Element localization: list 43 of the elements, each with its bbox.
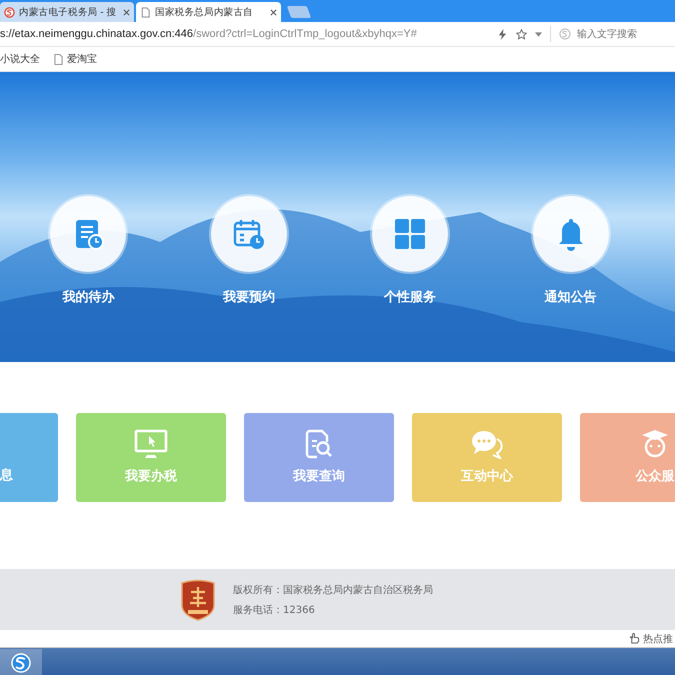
browser-logo-icon: [11, 653, 31, 673]
url-path: /sword?ctrl=LoginCtrlTmp_logout&xbyhqx=Y#: [193, 28, 417, 40]
calendar-clock-icon: [232, 217, 266, 251]
quick-link-label: 通知公告: [544, 288, 597, 306]
quick-link[interactable]: 我的待办: [33, 196, 144, 306]
quick-link[interactable]: 通知公告: [516, 196, 626, 306]
lightning-icon[interactable]: [497, 28, 508, 40]
quick-link-label: 我要预约: [223, 289, 276, 306]
hot-news-link[interactable]: 热点推: [629, 632, 675, 646]
browser-logo-icon: [4, 6, 15, 18]
copyright-text: 版权所有：国家税务总局内蒙古自治区税务局: [233, 584, 433, 596]
caret-icon[interactable]: [535, 32, 542, 36]
quick-link[interactable]: 我要预约: [194, 196, 304, 306]
quick-link-label: 个性服务: [384, 289, 436, 306]
close-icon[interactable]: [270, 8, 277, 16]
url-host: s://etax.neimenggu.chinatax.gov.cn:446: [0, 28, 194, 40]
grid-icon: [392, 217, 427, 251]
service-card-label: 公众服: [636, 468, 674, 485]
bookmark-item[interactable]: 小说大全: [0, 52, 40, 66]
service-card-label: 我要查询: [293, 468, 345, 485]
browser-tab[interactable]: 内蒙古电子税务局 - 搜: [0, 2, 134, 22]
quick-link-label: 我的待办: [62, 289, 114, 306]
service-card[interactable]: 我要查询: [244, 412, 394, 502]
close-icon[interactable]: [123, 8, 130, 16]
page-icon: [54, 54, 63, 64]
emblem-logo-icon: [180, 578, 216, 620]
chat-bubbles-icon: [470, 429, 504, 459]
tab-title: 内蒙古电子税务局 - 搜: [19, 6, 118, 18]
service-card-label: 互动中心: [461, 468, 513, 485]
browser-tab[interactable]: 国家税务总局内蒙古自: [136, 2, 281, 22]
phone-text: 服务电话：12366: [233, 604, 316, 616]
search-engine-icon: [559, 28, 571, 40]
address-field[interactable]: s://etax.neimenggu.chinatax.gov.cn:446/sword?ctrl=LoginCtrlTmp_logout&xbyhqx=Y#: [0, 28, 489, 40]
monitor-cursor-icon: [134, 429, 168, 459]
bookmark-item[interactable]: 爱淘宝: [54, 52, 97, 66]
star-icon[interactable]: [516, 28, 527, 40]
hand-icon: [629, 633, 640, 644]
tab-title: 国家税务总局内蒙古自: [155, 6, 254, 18]
taskbar-button[interactable]: [0, 649, 42, 675]
quick-link[interactable]: 个性服务: [354, 196, 465, 306]
page-icon: [140, 6, 151, 18]
service-card-label: 我要办税: [125, 468, 177, 485]
service-card[interactable]: 公众服: [580, 412, 675, 502]
